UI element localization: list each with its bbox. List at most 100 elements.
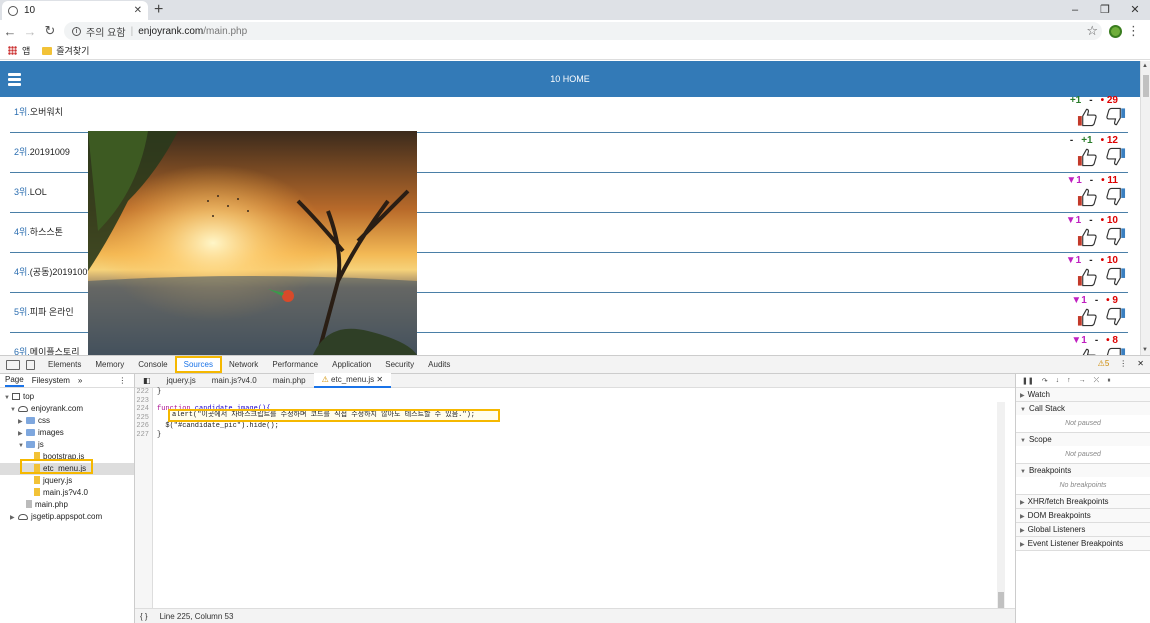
tree-node-main-js[interactable]: main.js?v4.0 — [0, 487, 134, 499]
step-into-icon[interactable]: ↓ — [1056, 377, 1060, 384]
collapse-arrow-icon[interactable]: ▶ — [1020, 393, 1025, 399]
rank-label[interactable]: 4위.(공동)20191009 — [14, 265, 92, 278]
tree-node-jquery[interactable]: jquery.js — [0, 475, 134, 487]
thumbs-down-icon[interactable] — [1105, 307, 1126, 327]
thumbs-up-icon[interactable] — [1077, 147, 1098, 167]
thumbs-down-icon[interactable] — [1105, 347, 1126, 355]
tree-node-main-php[interactable]: main.php — [0, 499, 134, 511]
reload-icon[interactable]: ↻ — [40, 23, 60, 39]
profile-avatar[interactable] — [1109, 25, 1122, 38]
tree-node-domain[interactable]: ▼ enjoyrank.com — [0, 403, 134, 415]
step-icon[interactable]: → — [1079, 377, 1086, 384]
navigator-tab-filesystem[interactable]: Filesystem — [32, 376, 70, 385]
line-number[interactable]: 225 — [135, 414, 149, 423]
devtools-tab-performance[interactable]: Performance — [265, 356, 325, 373]
devtools-menu-icon[interactable]: ⋮ — [1119, 359, 1127, 368]
thumbs-up-icon[interactable] — [1077, 187, 1098, 207]
scroll-thumb[interactable] — [1143, 75, 1149, 97]
tree-node-top[interactable]: ▼ top — [0, 391, 134, 403]
devtools-tab-audits[interactable]: Audits — [421, 356, 457, 373]
line-number[interactable]: 227 — [135, 431, 149, 440]
rank-label[interactable]: 4위.하스스톤 — [14, 225, 63, 238]
pause-on-exceptions-icon[interactable]: ⏸ — [1107, 377, 1111, 385]
bookmark-star-icon[interactable]: ☆ — [1086, 23, 1098, 39]
expand-arrow-icon[interactable]: ▼ — [1020, 438, 1026, 444]
thumbs-up-icon[interactable] — [1077, 267, 1098, 287]
new-tab-button[interactable]: + — [154, 0, 163, 20]
scroll-down-icon[interactable]: ▼ — [1142, 347, 1148, 353]
browser-menu-icon[interactable]: ⋮ — [1127, 23, 1140, 39]
apps-grid-icon[interactable] — [8, 46, 17, 55]
editor-tab-etc-menu[interactable]: ⚠ etc_menu.js ✕ — [313, 373, 392, 388]
section-header[interactable]: ▶ Event Listener Breakpoints — [1016, 537, 1150, 550]
collapse-arrow-icon[interactable]: ▶ — [1020, 542, 1025, 548]
section-header[interactable]: ▼ Call Stack — [1016, 402, 1150, 415]
thumbs-up-icon[interactable] — [1077, 227, 1098, 247]
address-bar[interactable]: i 주의 요함 | enjoyrank.com/main.php — [64, 22, 1102, 40]
tree-node-images[interactable]: ▶ images — [0, 427, 134, 439]
rank-label[interactable]: 2위.20191009 — [14, 145, 70, 158]
step-out-icon[interactable]: ↑ — [1067, 377, 1071, 384]
thumbs-down-icon[interactable] — [1105, 187, 1126, 207]
pretty-print-button[interactable]: { } — [140, 612, 148, 621]
back-arrow-icon[interactable]: ← — [0, 24, 20, 39]
forward-arrow-icon[interactable]: → — [20, 24, 40, 39]
collapse-arrow-icon[interactable]: ▶ — [1020, 528, 1025, 534]
tree-node-css[interactable]: ▶ css — [0, 415, 134, 427]
collapse-arrow-icon[interactable]: ▶ — [10, 512, 18, 524]
browser-tab[interactable]: 10 ✕ — [2, 1, 148, 20]
step-over-icon[interactable]: ↷ — [1042, 377, 1048, 385]
thumbs-down-icon[interactable] — [1105, 227, 1126, 247]
section-header[interactable]: ▼ Breakpoints — [1016, 464, 1150, 477]
line-number[interactable]: 226 — [135, 422, 149, 431]
editor-scrollbar[interactable] — [997, 402, 1005, 622]
thumbs-down-icon[interactable] — [1105, 107, 1126, 127]
line-number[interactable]: 223 — [135, 397, 149, 406]
devtools-close-icon[interactable]: ✕ — [1137, 359, 1144, 368]
tree-node-jsgetip[interactable]: ▶ jsgetip.appspot.com — [0, 511, 134, 523]
navigator-more-icon[interactable]: » — [78, 376, 82, 385]
section-header[interactable]: ▶ XHR/fetch Breakpoints — [1016, 495, 1150, 508]
thumbs-up-icon[interactable] — [1077, 307, 1098, 327]
security-warning[interactable]: 주의 요함 — [86, 24, 126, 39]
devtools-tab-sources[interactable]: Sources — [174, 356, 222, 373]
devtools-tab-security[interactable]: Security — [378, 356, 421, 373]
expand-arrow-icon[interactable]: ▼ — [1020, 469, 1026, 475]
devtools-tab-network[interactable]: Network — [222, 356, 265, 373]
bookmark-apps[interactable]: 앱 — [22, 44, 30, 57]
thumbs-up-icon[interactable] — [1077, 347, 1098, 355]
thumbs-down-icon[interactable] — [1105, 267, 1126, 287]
devtools-tab-application[interactable]: Application — [325, 356, 378, 373]
bookmark-favorites[interactable]: 즐겨찾기 — [56, 44, 89, 57]
inspect-element-icon[interactable] — [6, 359, 20, 370]
thumbs-up-icon[interactable] — [1077, 107, 1098, 127]
expand-arrow-icon[interactable]: ▼ — [1020, 407, 1026, 413]
warning-count-badge[interactable]: ⚠5 — [1098, 359, 1110, 368]
alert-code-line[interactable]: alert("이곳에서 자바스크립트를 수정하며 코드를 직접 수정하지 않아도… — [168, 409, 500, 422]
devtools-tab-elements[interactable]: Elements — [41, 356, 88, 373]
editor-tab-close-icon[interactable]: ✕ — [376, 375, 383, 384]
section-header[interactable]: ▼ Scope — [1016, 433, 1150, 446]
tab-close-icon[interactable]: ✕ — [134, 5, 142, 16]
device-toolbar-icon[interactable] — [26, 359, 35, 370]
section-header[interactable]: ▶ Global Listeners — [1016, 523, 1150, 536]
rank-label[interactable]: 6위.메이플스토리 — [14, 345, 79, 355]
section-header[interactable]: ▶ Watch — [1016, 388, 1150, 401]
editor-tab-main-js[interactable]: main.js?v4.0 — [204, 374, 265, 387]
rank-label[interactable]: 5위.피파 온라인 — [14, 305, 74, 318]
rank-label[interactable]: 3위.LOL — [14, 185, 47, 198]
info-icon[interactable]: i — [72, 26, 81, 36]
line-number[interactable]: 224 — [135, 405, 149, 414]
rank-label[interactable]: 1위.오버워치 — [14, 105, 63, 118]
devtools-tab-memory[interactable]: Memory — [88, 356, 131, 373]
collapse-arrow-icon[interactable]: ▶ — [1020, 500, 1025, 506]
navigator-tab-page[interactable]: Page — [5, 374, 24, 387]
site-title[interactable]: 10 HOME — [0, 74, 1140, 84]
devtools-tab-console[interactable]: Console — [131, 356, 174, 373]
page-scrollbar[interactable]: ▲ ▼ — [1140, 61, 1150, 355]
editor-tab-main-php[interactable]: main.php — [265, 374, 314, 387]
editor-tab-jquery[interactable]: jquery.js — [159, 374, 204, 387]
deactivate-breakpoints-icon[interactable]: ⤫ — [1094, 377, 1100, 385]
minimize-button[interactable]: – — [1060, 0, 1090, 20]
restore-button[interactable]: ❐ — [1090, 0, 1120, 20]
